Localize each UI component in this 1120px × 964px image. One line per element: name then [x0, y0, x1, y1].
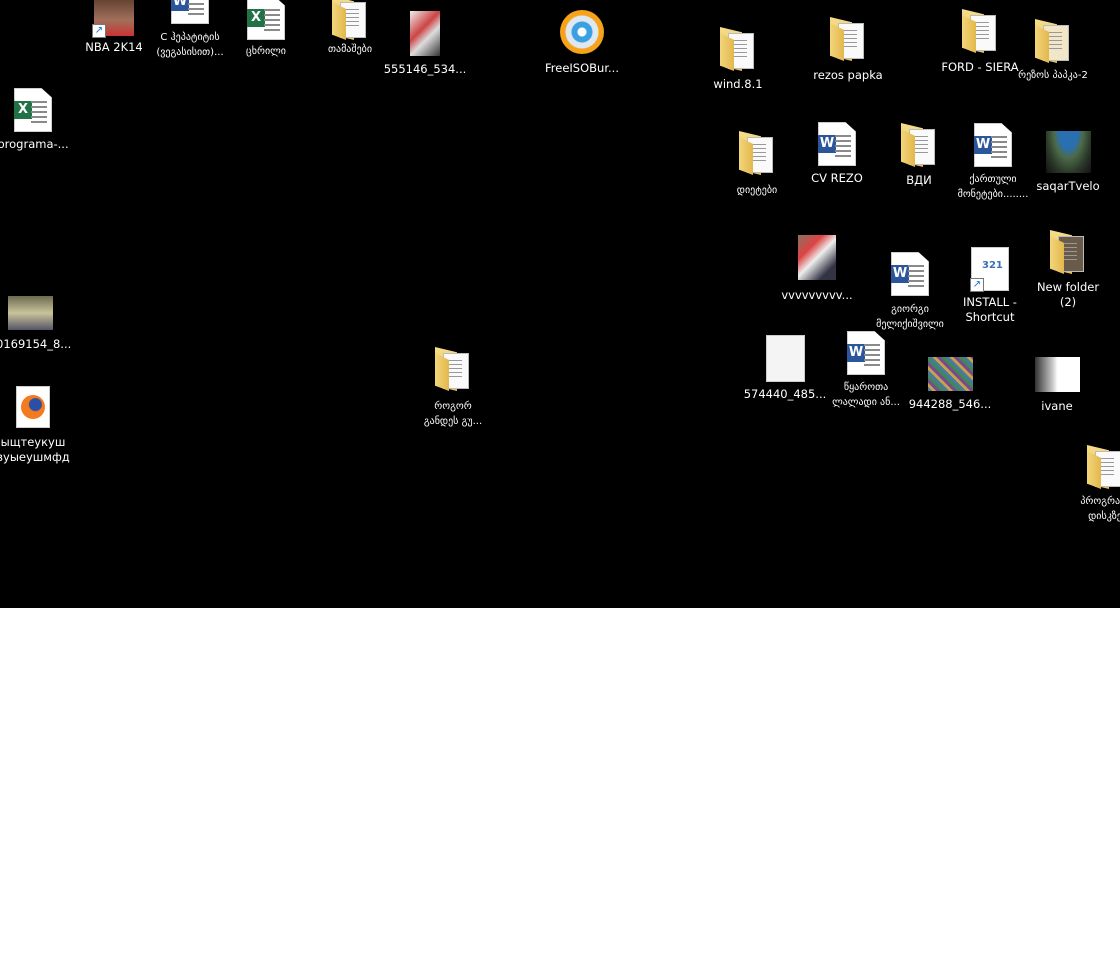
image-thumbnail-icon [765, 335, 805, 382]
folder-icon [739, 131, 775, 175]
word-document-icon: W [818, 122, 856, 166]
image-thumbnail-icon [7, 296, 53, 330]
media-player-shortcut-icon: 321 ↗ [970, 247, 1009, 292]
firefox-document-icon [16, 386, 50, 428]
image-thumbnail-icon [410, 11, 440, 56]
desktop-icon-folder-wind81[interactable]: wind.8.1 [690, 27, 786, 92]
word-document-icon: W [847, 331, 885, 375]
image-thumbnail-icon [1045, 131, 1091, 173]
shortcut-image-icon: ↗ [92, 0, 134, 38]
desktop-icon-excel-table[interactable]: X ცხრილი [218, 0, 314, 59]
folder-icon [962, 9, 998, 53]
desktop-icon-image-10169154[interactable]: 10169154_8... [0, 296, 78, 352]
word-document-icon: W [891, 252, 929, 296]
desktop-icon-image-saqartvelo[interactable]: saqarTvelo [1020, 131, 1116, 194]
desktop-icon-image-555146[interactable]: 555146_534... [377, 11, 473, 77]
image-thumbnail-icon [1034, 357, 1080, 392]
shortcut-arrow-icon: ↗ [92, 24, 106, 38]
desktop: ↗ NBA 2K14 W C ჰეპატიტის (ვეგასისით)... … [0, 0, 1120, 608]
folder-icon [1035, 19, 1071, 63]
desktop-icon-folder-programa-disk[interactable]: პროგრა... დისკზე [1057, 445, 1120, 524]
desktop-icon-folder-rezos-papka[interactable]: rezos papka [800, 17, 896, 83]
image-thumbnail-icon [927, 357, 973, 391]
folder-icon [720, 27, 756, 71]
desktop-icon-image-944288[interactable]: 944288_546... [902, 357, 998, 412]
folder-icon [1087, 445, 1120, 489]
desktop-icon-firefox-html[interactable]: ыщтеукуш вуыеушмфд [0, 386, 81, 465]
excel-document-icon: X [14, 88, 52, 132]
desktop-icon-image-vvvv[interactable]: vvvvvvvvv... [769, 235, 865, 303]
desktop-icon-folder-rezos-papka-2[interactable]: რეზოს პაპკა-2 [1005, 19, 1101, 83]
desktop-icon-image-ivane[interactable]: ivane [1009, 357, 1105, 414]
shortcut-arrow-icon: ↗ [970, 278, 984, 292]
excel-document-icon: X [247, 0, 285, 40]
desktop-icon-new-folder-2[interactable]: New folder (2) [1020, 230, 1116, 310]
word-document-icon: W [171, 0, 209, 24]
desktop-icon-excel-programa[interactable]: X programa-... [0, 88, 81, 152]
word-document-icon: W [974, 123, 1012, 167]
folder-icon [435, 347, 471, 391]
folder-icon [1050, 230, 1086, 274]
desktop-icon-freeisoburner[interactable]: FreeISOBur... [534, 10, 630, 76]
folder-icon [901, 123, 937, 167]
disc-burner-icon [560, 10, 604, 54]
desktop-icon-word-tskarota[interactable]: W წყაროთა ლალადი ან... [818, 331, 914, 410]
folder-icon [332, 0, 368, 40]
desktop-icon-folder-rogor[interactable]: როგორ განდეს გუ... [405, 347, 501, 429]
image-thumbnail-icon [798, 235, 836, 280]
folder-icon [830, 17, 866, 61]
